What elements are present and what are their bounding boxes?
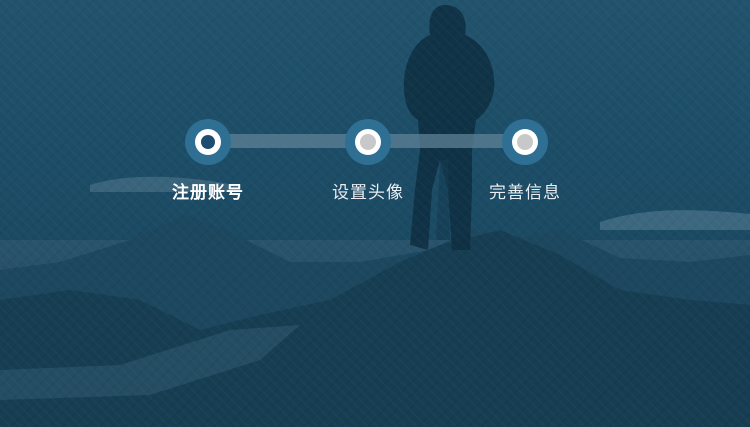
step-2-label: 设置头像 (332, 183, 404, 203)
step-3-label: 完善信息 (489, 183, 561, 203)
step-3-indicator (502, 119, 548, 165)
step-1-label: 注册账号 (172, 183, 244, 203)
registration-stepper: 注册账号 设置头像 完善信息 (0, 0, 750, 427)
step-complete-info[interactable]: 完善信息 (455, 119, 595, 203)
step-set-avatar[interactable]: 设置头像 (298, 119, 438, 203)
step-register-account[interactable]: 注册账号 (138, 119, 278, 203)
step-1-indicator (185, 119, 231, 165)
step-2-indicator (345, 119, 391, 165)
